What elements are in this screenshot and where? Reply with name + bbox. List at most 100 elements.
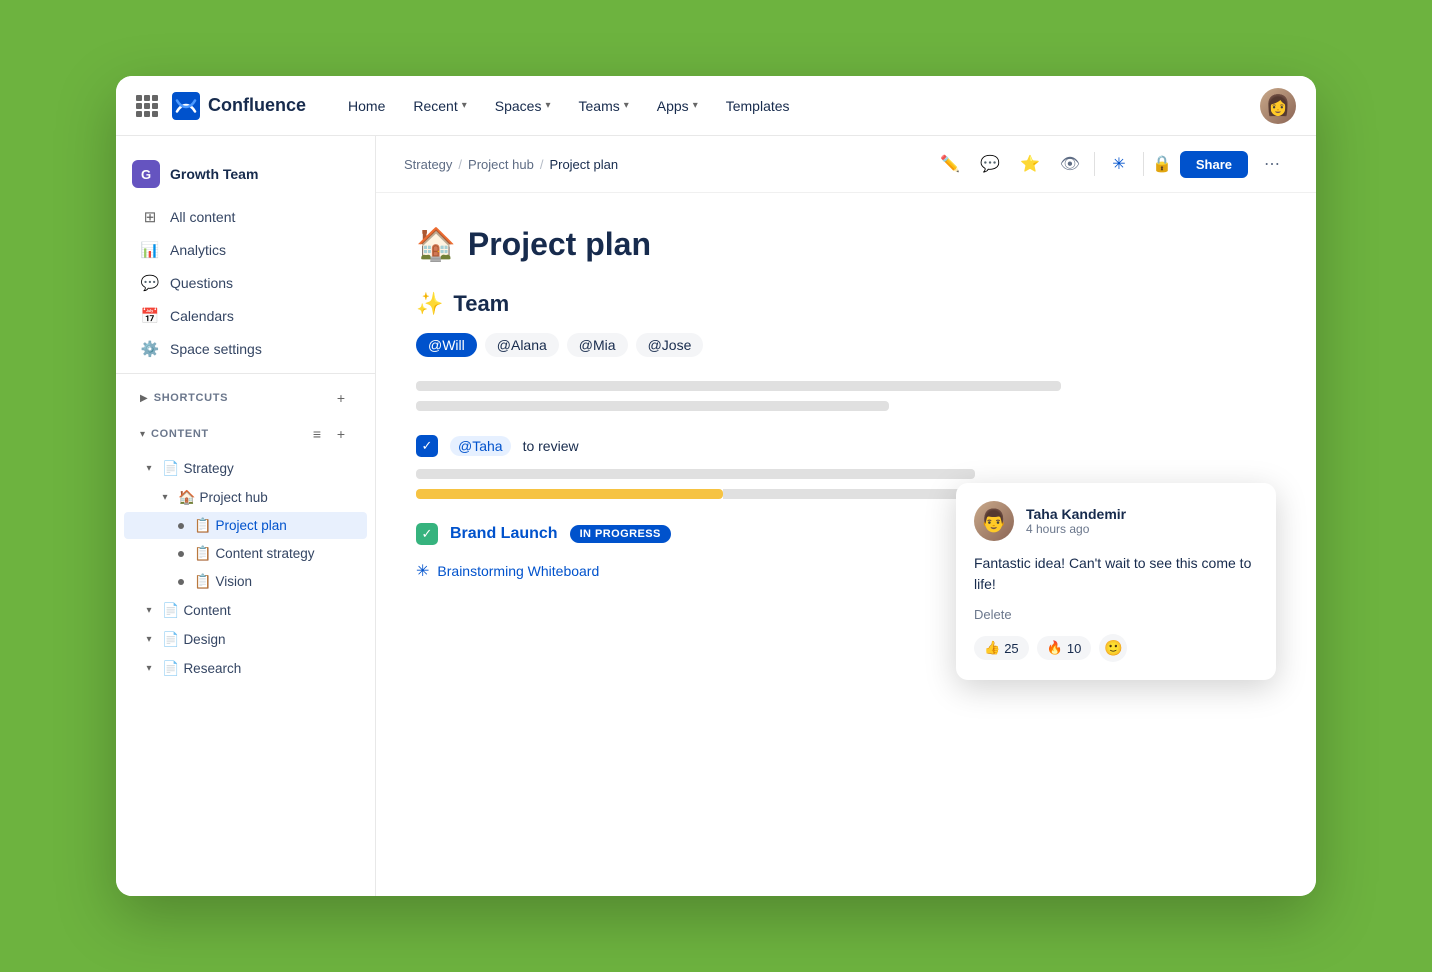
chevron-down-icon: ▾ <box>140 459 158 477</box>
nav-recent[interactable]: Recent ▾ <box>401 92 478 120</box>
sidebar-item-space-settings[interactable]: ⚙️ Space settings <box>124 333 367 365</box>
tree-item-project-plan[interactable]: 📋 Project plan <box>124 512 367 539</box>
reaction-thumbs-up[interactable]: 👍 25 <box>974 636 1029 660</box>
calendar-icon: 📅 <box>140 307 160 325</box>
tree-item-strategy[interactable]: ▾ 📄 Strategy <box>124 454 367 482</box>
sidebar-item-analytics[interactable]: 📊 Analytics <box>124 234 367 266</box>
mention-alana[interactable]: @Alana <box>485 333 559 357</box>
nav-spaces[interactable]: Spaces ▾ <box>483 92 563 120</box>
confluence-logo-icon <box>172 92 200 120</box>
tree-item-research[interactable]: ▾ 📄 Research <box>124 654 367 682</box>
active-indicator <box>178 523 184 529</box>
chevron-down-icon[interactable]: ▾ <box>140 429 145 440</box>
brand-launch-checkbox[interactable]: ✓ <box>416 523 438 545</box>
space-header: G Growth Team <box>116 152 375 200</box>
comment-reactions: 👍 25 🔥 10 🙂 <box>974 634 1258 662</box>
action-divider <box>1143 152 1144 176</box>
chevron-right-icon: ▾ <box>140 601 158 619</box>
fire-icon: 🔥 <box>1047 640 1063 656</box>
team-section-heading: ✨ Team <box>416 291 1276 317</box>
add-shortcut-button[interactable]: + <box>331 388 351 408</box>
comment-icon[interactable]: 💬 <box>974 148 1006 180</box>
mention-mia[interactable]: @Mia <box>567 333 628 357</box>
page-title-emoji: 🏠 <box>416 225 456 263</box>
breadcrumb-separator: / <box>458 157 462 172</box>
lock-icon[interactable]: 🔒 <box>1152 154 1172 174</box>
comment-delete-button[interactable]: Delete <box>974 607 1258 622</box>
sidebar-item-all-content[interactable]: ⊞ All content <box>124 201 367 233</box>
view-icon[interactable]: 👁 <box>1054 148 1086 180</box>
ai-icon[interactable]: ✳ <box>1103 148 1135 180</box>
comment-popup: 👨 Taha Kandemir 4 hours ago Fantastic id… <box>956 483 1276 680</box>
chevron-right-icon[interactable]: ▶ <box>140 393 148 404</box>
sidebar-item-questions[interactable]: 💬 Questions <box>124 267 367 299</box>
reaction-count-2: 10 <box>1067 641 1081 656</box>
reaction-count-1: 25 <box>1004 641 1018 656</box>
sparkles-icon: ✨ <box>416 291 443 317</box>
sidebar-nav-items: ⊞ All content 📊 Analytics 💬 Questions 📅 … <box>116 201 375 365</box>
tree-dot <box>178 579 184 585</box>
team-mentions: @Will @Alana @Mia @Jose <box>416 333 1276 357</box>
content-line-2 <box>416 401 889 411</box>
breadcrumb-strategy[interactable]: Strategy <box>404 157 452 172</box>
space-name: Growth Team <box>170 166 258 182</box>
mention-jose[interactable]: @Jose <box>636 333 704 357</box>
add-reaction-button[interactable]: 🙂 <box>1099 634 1127 662</box>
chevron-down-icon: ▾ <box>624 100 629 111</box>
comment-author-name: Taha Kandemir <box>1026 506 1126 522</box>
chevron-right-icon: ▾ <box>140 659 158 677</box>
chevron-right-icon: ▾ <box>140 630 158 648</box>
tree-item-vision[interactable]: 📋 Vision <box>124 568 367 595</box>
sidebar: G Growth Team ⊞ All content 📊 Analytics … <box>116 136 376 896</box>
content-line-1 <box>416 381 1061 391</box>
chat-icon: 💬 <box>140 274 160 292</box>
in-progress-badge: IN PROGRESS <box>570 525 671 543</box>
page-title-row: 🏠 Project plan <box>416 225 1276 263</box>
grid-icon[interactable] <box>136 95 158 117</box>
more-options-icon[interactable]: ⋯ <box>1256 148 1288 180</box>
page-title: Project plan <box>468 226 651 263</box>
breadcrumb-separator: / <box>540 157 544 172</box>
sidebar-item-calendars[interactable]: 📅 Calendars <box>124 300 367 332</box>
comment-body: Fantastic idea! Can't wait to see this c… <box>974 553 1258 595</box>
content-section-header: ▾ CONTENT ≡ + <box>124 418 367 450</box>
space-icon: G <box>132 160 160 188</box>
nav-teams[interactable]: Teams ▾ <box>567 92 641 120</box>
chevron-down-icon: ▾ <box>156 488 174 506</box>
tree-item-project-hub[interactable]: ▾ 🏠 Project hub <box>124 483 367 511</box>
breadcrumb-current: Project plan <box>549 157 618 172</box>
app-window: Confluence Home Recent ▾ Spaces ▾ Teams … <box>116 76 1316 896</box>
content-lines <box>416 381 1276 411</box>
breadcrumb: Strategy / Project hub / Project plan <box>404 157 618 172</box>
share-button[interactable]: Share <box>1180 151 1248 178</box>
breadcrumb-project-hub[interactable]: Project hub <box>468 157 534 172</box>
tree-item-design[interactable]: ▾ 📄 Design <box>124 625 367 653</box>
nav-apps[interactable]: Apps ▾ <box>645 92 710 120</box>
chevron-down-icon: ▾ <box>693 100 698 111</box>
user-avatar[interactable]: 👩 <box>1260 88 1296 124</box>
star-icon[interactable]: ⭐ <box>1014 148 1046 180</box>
comment-avatar: 👨 <box>974 501 1014 541</box>
mention-will[interactable]: @Will <box>416 333 477 357</box>
filter-button[interactable]: ≡ <box>307 424 327 444</box>
main-body: G Growth Team ⊞ All content 📊 Analytics … <box>116 136 1316 896</box>
thumbs-up-icon: 👍 <box>984 640 1000 656</box>
tree-item-content[interactable]: ▾ 📄 Content <box>124 596 367 624</box>
nav-home[interactable]: Home <box>336 92 397 120</box>
sidebar-divider <box>116 373 375 374</box>
chevron-down-icon: ▾ <box>545 100 550 111</box>
task-mention[interactable]: @Taha <box>450 436 511 456</box>
reaction-fire[interactable]: 🔥 10 <box>1037 636 1092 660</box>
logo-text: Confluence <box>208 95 306 116</box>
edit-icon[interactable]: ✏️ <box>934 148 966 180</box>
logo[interactable]: Confluence <box>172 92 306 120</box>
tree-item-content-strategy[interactable]: 📋 Content strategy <box>124 540 367 567</box>
add-content-button[interactable]: + <box>331 424 351 444</box>
team-section-label: Team <box>453 291 509 317</box>
task-row: ✓ @Taha to review <box>416 435 1276 457</box>
brand-launch-link[interactable]: Brand Launch <box>450 525 558 543</box>
task-checkbox[interactable]: ✓ <box>416 435 438 457</box>
breadcrumb-actions: ✏️ 💬 ⭐ 👁 ✳ 🔒 Share ⋯ <box>934 148 1288 180</box>
nav-templates[interactable]: Templates <box>714 92 802 120</box>
grid-icon: ⊞ <box>140 208 160 226</box>
